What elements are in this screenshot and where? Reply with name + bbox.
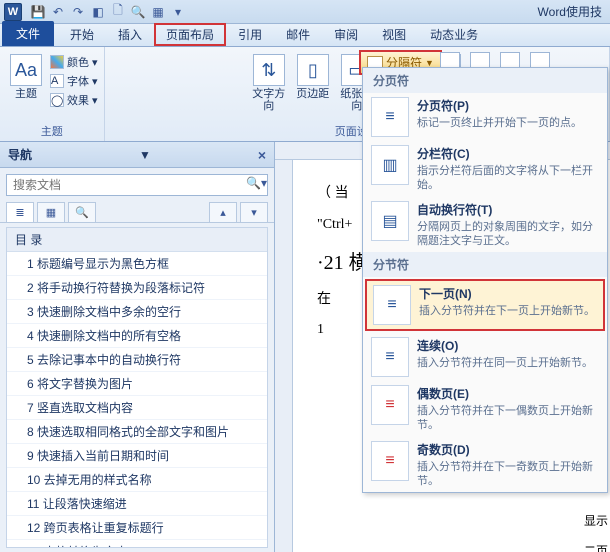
toc-item[interactable]: 10 去掉无用的样式名称 <box>7 468 267 492</box>
text-wrapping-item[interactable]: ▤ 自动换行符(T)分隔网页上的对象周围的文字，如分隔题注文字与正文。 <box>363 197 607 253</box>
chevron-down-icon: ▼ <box>425 58 434 68</box>
section-header: 分页符 <box>363 68 607 93</box>
nav-tab-results[interactable]: 🔍 <box>68 202 96 222</box>
odd-page-icon: ≡ <box>371 441 409 481</box>
search-input[interactable] <box>6 174 268 196</box>
page-break-item[interactable]: ≡ 分页符(P)标记一页终止并开始下一页的点。 <box>363 93 607 141</box>
tab-page-layout[interactable]: 页面布局 <box>154 23 226 46</box>
themes-icon: Aa <box>10 54 42 86</box>
nav-tab-headings[interactable]: ≣ <box>6 202 34 222</box>
nav-dropdown-icon[interactable]: ▼ <box>139 148 151 162</box>
qat-icon[interactable]: 🔍 <box>130 4 146 20</box>
save-icon[interactable]: 💾 <box>30 4 46 20</box>
toc-item[interactable]: 6 将文字替换为图片 <box>7 372 267 396</box>
word-icon: W <box>4 3 22 21</box>
next-page-item[interactable]: ≡ 下一页(N)插入分节符并在下一页上开始新节。 <box>365 279 605 331</box>
title-bar: W 💾 ↶ ↷ ◧ 🗋 🔍 ▦ ▾ Word使用技 <box>0 0 610 24</box>
tab-home[interactable]: 开始 <box>58 23 106 46</box>
colors-icon <box>50 55 64 69</box>
tab-references[interactable]: 引用 <box>226 23 274 46</box>
navigation-pane: 导航 ▼ × 🔍▾ ≣ ▦ 🔍 ▴ ▾ 目 录 1 标题编号显示为黑色方框2 将… <box>0 142 275 552</box>
qat-icon[interactable]: ▦ <box>150 4 166 20</box>
qat-icon[interactable]: 🗋 <box>110 4 126 20</box>
text-wrapping-icon: ▤ <box>371 201 409 241</box>
toc-item[interactable]: 1 标题编号显示为黑色方框 <box>7 252 267 276</box>
redo-icon[interactable]: ↷ <box>70 4 86 20</box>
continuous-item[interactable]: ≡ 连续(O)插入分节符并在同一页上开始新节。 <box>363 333 607 381</box>
search-icon[interactable]: 🔍▾ <box>246 176 267 190</box>
effects-button[interactable]: ◯效果▾ <box>50 92 98 108</box>
fonts-icon: A <box>50 74 64 88</box>
toc-item[interactable]: 5 去除记事本中的自动换行符 <box>7 348 267 372</box>
quick-access-toolbar: 💾 ↶ ↷ ◧ 🗋 🔍 ▦ ▾ <box>30 4 186 20</box>
page-break-icon: ≡ <box>371 97 409 137</box>
tab-dynamic[interactable]: 动态业务 <box>418 23 490 46</box>
tab-review[interactable]: 审阅 <box>322 23 370 46</box>
ribbon-tabs: 文件 开始 插入 页面布局 引用 邮件 审阅 视图 动态业务 <box>0 24 610 47</box>
nav-next[interactable]: ▾ <box>240 202 268 222</box>
toc-item[interactable]: 9 快速插入当前日期和时间 <box>7 444 267 468</box>
toc-item[interactable]: 13 表格转换为文本 <box>7 540 267 548</box>
toc-item[interactable]: 2 将手动换行符替换为段落标记符 <box>7 276 267 300</box>
tab-insert[interactable]: 插入 <box>106 23 154 46</box>
nav-prev[interactable]: ▴ <box>209 202 237 222</box>
fonts-button[interactable]: A字体▾ <box>50 73 98 89</box>
qat-more-icon[interactable]: ▾ <box>170 4 186 20</box>
toc-item[interactable]: 8 快速选取相同格式的全部文字和图片 <box>7 420 267 444</box>
odd-page-item[interactable]: ≡ 奇数页(D)插入分节符并在下一奇数页上开始新节。 <box>363 437 607 493</box>
nav-header: 导航 ▼ × <box>0 142 274 168</box>
window-title: Word使用技 <box>538 3 602 20</box>
column-break-item[interactable]: ▥ 分栏符(C)指示分栏符后面的文字将从下一栏开始。 <box>363 141 607 197</box>
undo-icon[interactable]: ↶ <box>50 4 66 20</box>
toc-item[interactable]: 12 跨页表格让重复标题行 <box>7 516 267 540</box>
effects-icon: ◯ <box>50 93 64 107</box>
nav-tabs: ≣ ▦ 🔍 ▴ ▾ <box>0 202 274 223</box>
ruler-vertical[interactable] <box>275 160 293 552</box>
section-header: 分节符 <box>363 252 607 277</box>
toc-item[interactable]: 11 让段落快速缩进 <box>7 492 267 516</box>
group-themes: Aa 主题 颜色▾ A字体▾ ◯效果▾ 主题 <box>0 47 105 141</box>
breaks-dropdown: 分页符 ≡ 分页符(P)标记一页终止并开始下一页的点。 ▥ 分栏符(C)指示分栏… <box>362 67 608 493</box>
continuous-icon: ≡ <box>371 337 409 377</box>
themes-button[interactable]: Aa 主题 <box>6 50 46 100</box>
toc-item[interactable]: 7 竖直选取文档内容 <box>7 396 267 420</box>
text-direction-button[interactable]: ⇅文字方向 <box>249 50 289 112</box>
next-page-icon: ≡ <box>373 285 411 325</box>
qat-icon[interactable]: ◧ <box>90 4 106 20</box>
nav-tab-pages[interactable]: ▦ <box>37 202 65 222</box>
toc-root[interactable]: 目 录 <box>7 228 267 252</box>
colors-button[interactable]: 颜色▾ <box>50 54 98 70</box>
close-icon[interactable]: × <box>258 147 266 163</box>
toc-item[interactable]: 4 快速删除文档中的所有空格 <box>7 324 267 348</box>
tab-mailings[interactable]: 邮件 <box>274 23 322 46</box>
even-page-icon: ≡ <box>371 385 409 425</box>
toc-list[interactable]: 目 录 1 标题编号显示为黑色方框2 将手动换行符替换为段落标记符3 快速删除文… <box>6 227 268 548</box>
tab-file[interactable]: 文件 <box>2 21 54 46</box>
tab-view[interactable]: 视图 <box>370 23 418 46</box>
text-direction-icon: ⇅ <box>253 54 285 86</box>
even-page-item[interactable]: ≡ 偶数页(E)插入分节符并在下一偶数页上开始新节。 <box>363 381 607 437</box>
toc-item[interactable]: 3 快速删除文档中多余的空行 <box>7 300 267 324</box>
margins-button[interactable]: ▯页边距 <box>293 50 333 100</box>
column-break-icon: ▥ <box>371 145 409 185</box>
margins-icon: ▯ <box>297 54 329 86</box>
